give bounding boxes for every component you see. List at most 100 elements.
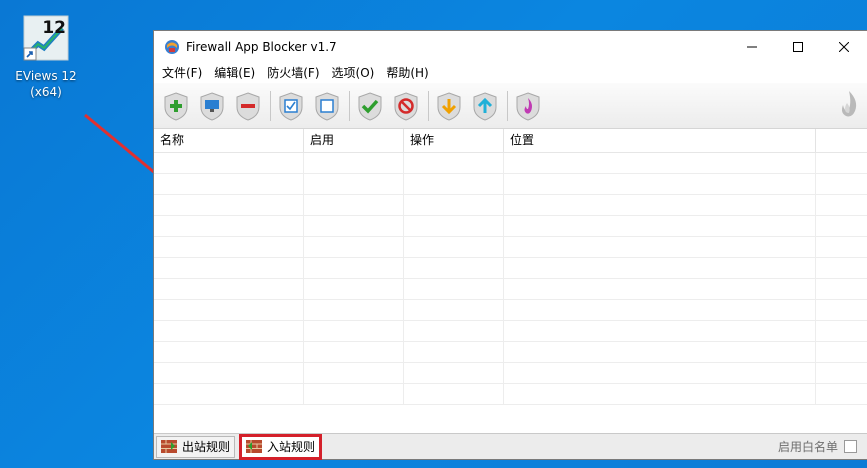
toolbar-separator — [428, 90, 429, 121]
firewall-icon — [516, 91, 540, 121]
menu-help[interactable]: 帮助(H) — [380, 63, 434, 83]
minimize-button[interactable] — [729, 31, 775, 63]
table-cell — [154, 300, 304, 320]
desktop-icon-label: EViews 12 (x64) — [8, 68, 84, 100]
uncheck-all-button[interactable] — [311, 88, 343, 124]
table-cell — [504, 216, 816, 236]
table-cell — [154, 279, 304, 299]
toolbar-separator — [270, 90, 271, 121]
table-cell — [404, 321, 504, 341]
menu-file[interactable]: 文件(F) — [156, 63, 208, 83]
toolbar-separator — [507, 90, 508, 121]
column-header-enabled[interactable]: 启用 — [304, 129, 404, 152]
table-body[interactable] — [154, 153, 867, 435]
title-bar[interactable]: Firewall App Blocker v1.7 — [154, 31, 867, 63]
table-row[interactable] — [154, 363, 867, 384]
table-row[interactable] — [154, 384, 867, 405]
remove-icon — [236, 91, 260, 121]
table-cell — [504, 363, 816, 383]
table-cell — [504, 237, 816, 257]
status-bar: 出站规则 入站规则 启用白名单 — [154, 433, 867, 460]
table-cell — [304, 342, 404, 362]
table-cell — [504, 321, 816, 341]
table-cell — [304, 237, 404, 257]
whitelist-checkbox[interactable] — [844, 440, 857, 453]
move-down-button[interactable] — [433, 88, 465, 124]
window-title: Firewall App Blocker v1.7 — [186, 40, 337, 54]
table-cell — [404, 342, 504, 362]
table-row[interactable] — [154, 237, 867, 258]
table-cell — [154, 237, 304, 257]
svg-text:12: 12 — [42, 18, 66, 38]
icon-label-line1: EViews 12 — [15, 69, 77, 83]
maximize-icon — [793, 42, 803, 52]
table-row[interactable] — [154, 300, 867, 321]
table-header: 名称 启用 操作 位置 — [154, 129, 867, 153]
table-cell — [504, 342, 816, 362]
column-header-name[interactable]: 名称 — [154, 129, 304, 152]
table-cell — [404, 363, 504, 383]
table-cell — [504, 174, 816, 194]
table-cell — [154, 384, 304, 404]
table-cell — [154, 174, 304, 194]
remove-button[interactable] — [232, 88, 264, 124]
table-row[interactable] — [154, 321, 867, 342]
icon-label-line2: (x64) — [30, 85, 62, 99]
table-cell — [504, 279, 816, 299]
table-row[interactable] — [154, 342, 867, 363]
brick-wall-icon — [246, 440, 263, 453]
column-header-location[interactable]: 位置 — [504, 129, 816, 152]
menu-edit[interactable]: 编辑(E) — [208, 63, 261, 83]
table-row[interactable] — [154, 258, 867, 279]
table-cell — [154, 342, 304, 362]
monitor-button[interactable] — [196, 88, 228, 124]
table-cell — [154, 258, 304, 278]
menu-firewall[interactable]: 防火墙(F) — [261, 63, 325, 83]
table-cell — [304, 174, 404, 194]
table-row[interactable] — [154, 174, 867, 195]
table-cell — [304, 258, 404, 278]
block-button[interactable] — [390, 88, 422, 124]
allow-button[interactable] — [354, 88, 386, 124]
tab-inbound-label: 入站规则 — [267, 440, 316, 454]
desktop-icon-eviews[interactable]: 12 EViews 12 (x64) — [8, 14, 84, 100]
allow-icon — [358, 91, 382, 121]
maximize-button[interactable] — [775, 31, 821, 63]
eviews-icon: 12 — [22, 14, 70, 62]
table-row[interactable] — [154, 216, 867, 237]
table-cell — [154, 321, 304, 341]
table-cell — [154, 216, 304, 236]
table-cell — [304, 153, 404, 173]
table-cell — [404, 258, 504, 278]
tab-inbound-rules[interactable]: 入站规则 — [239, 433, 323, 460]
toolbar-separator — [349, 90, 350, 121]
table-cell — [504, 153, 816, 173]
table-cell — [404, 279, 504, 299]
table-row[interactable] — [154, 153, 867, 174]
move-up-button[interactable] — [469, 88, 501, 124]
column-header-action[interactable]: 操作 — [404, 129, 504, 152]
close-button[interactable] — [821, 31, 867, 63]
table-cell — [154, 363, 304, 383]
menu-options[interactable]: 选项(O) — [326, 63, 381, 83]
table-cell — [404, 300, 504, 320]
app-window: Firewall App Blocker v1.7 文件(F) 编辑(E) 防火… — [153, 30, 867, 460]
firewall-button[interactable] — [512, 88, 544, 124]
add-button[interactable] — [160, 88, 192, 124]
whitelist-label: 启用白名单 — [777, 440, 838, 454]
move-down-icon — [437, 91, 461, 121]
table-cell — [404, 174, 504, 194]
table-row[interactable] — [154, 195, 867, 216]
tab-outbound-rules[interactable]: 出站规则 — [156, 435, 236, 458]
check-all-button[interactable] — [275, 88, 307, 124]
table-row[interactable] — [154, 279, 867, 300]
add-icon — [164, 91, 188, 121]
check-all-icon — [279, 91, 303, 121]
table-cell — [304, 363, 404, 383]
toolbar — [154, 83, 867, 129]
table-cell — [304, 321, 404, 341]
minimize-icon — [747, 46, 757, 48]
whitelist-toggle[interactable]: 启用白名单 — [778, 438, 857, 455]
table-cell — [504, 300, 816, 320]
rules-table: 名称 启用 操作 位置 — [154, 129, 867, 435]
